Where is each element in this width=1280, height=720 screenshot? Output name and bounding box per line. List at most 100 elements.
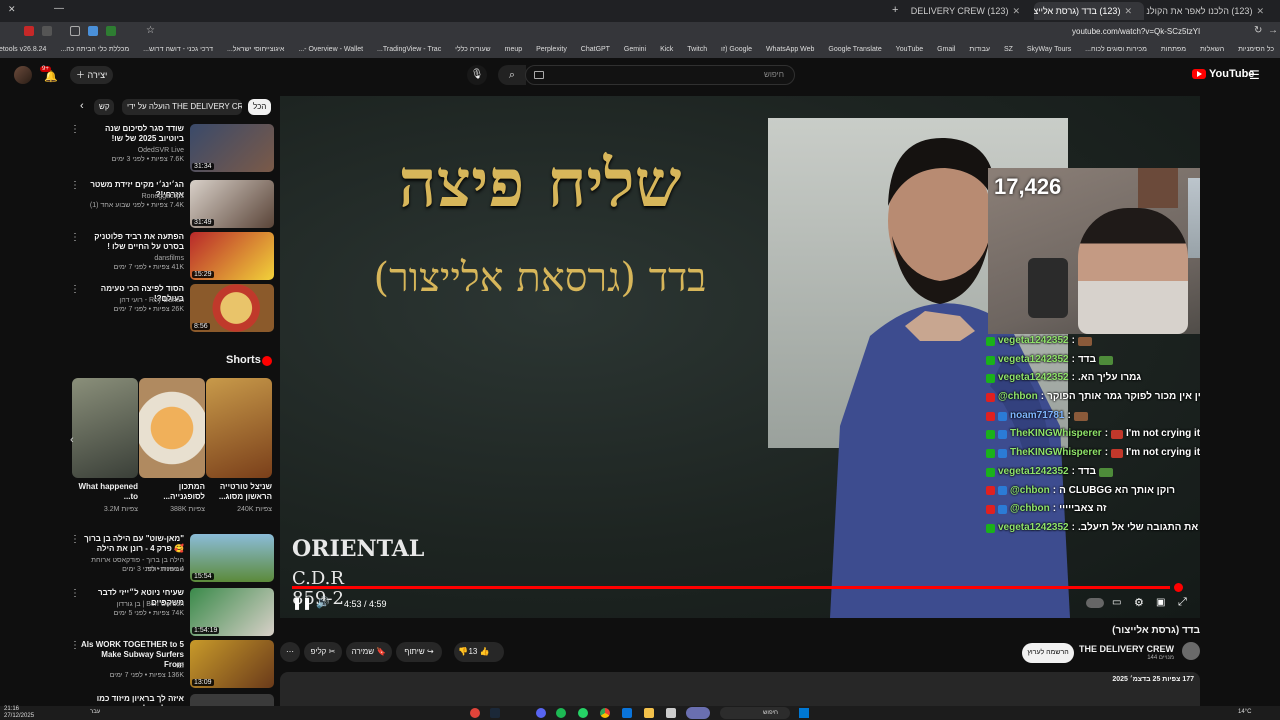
autoplay-toggle[interactable] <box>1086 598 1104 608</box>
extension-icon[interactable] <box>70 26 80 36</box>
video-title[interactable]: שודד סגר לסיכום שנה ביוטיוב 2025 של שו! <box>80 124 184 144</box>
store-icon[interactable] <box>622 708 632 718</box>
bookmark-item[interactable]: Google (זו <box>721 42 752 58</box>
extension-icon[interactable] <box>88 26 98 36</box>
bookmark-item[interactable]: meup <box>505 42 523 58</box>
short-title[interactable]: What happened to... <box>72 482 138 502</box>
short-title[interactable]: שניצל טורטייה הראשון מסוג... <box>206 482 272 502</box>
folder-icon[interactable] <box>644 708 654 718</box>
bookmark-item[interactable]: YouTube <box>896 42 924 58</box>
bookmark-item[interactable]: WhatsApp Web <box>766 42 815 58</box>
bookmark-item[interactable]: עבודות <box>969 42 990 58</box>
progress-scrubber[interactable] <box>1174 583 1183 592</box>
more-options-icon[interactable]: ⋮ <box>70 534 80 545</box>
list-item[interactable]: 13:09 5 AIs WORK TOGETHER to Make Subway… <box>68 640 274 688</box>
channel-name[interactable]: Roneggaclips <box>80 192 184 201</box>
taskbar-search[interactable]: חיפוש <box>720 707 790 719</box>
settings-icon[interactable]: ⚙ <box>1134 596 1144 609</box>
bookmark-item[interactable]: Paletools v26.8.24 <box>0 42 46 58</box>
taskview-icon[interactable] <box>666 708 676 718</box>
clock[interactable]: 21:16 27/12/2025 <box>4 706 34 720</box>
list-item[interactable]: 15:54 "מאן-שוט" עם הילה בן ברוך 🥰 פרק 4 … <box>68 534 274 582</box>
reload-icon[interactable]: ↻ <box>1254 25 1262 36</box>
clip-button[interactable]: קליפ ✂ <box>304 642 342 662</box>
url-field[interactable]: youtube.com/watch?v=Qk-SCz5tzYI <box>1072 27 1200 36</box>
chevron-left-icon[interactable]: ‹ <box>80 100 84 112</box>
progress-bar[interactable] <box>292 586 1171 589</box>
thumbnail[interactable]: 8:56 <box>190 284 274 332</box>
chip-more[interactable]: קש <box>94 99 114 115</box>
miniplayer-icon[interactable]: ▣ <box>1156 597 1165 608</box>
thumbnail[interactable]: 31:34 <box>190 124 274 172</box>
bookmark-item[interactable]: שעוריה כללי <box>455 42 491 58</box>
windows-start-icon[interactable] <box>799 708 809 718</box>
extension-icon[interactable] <box>24 26 34 36</box>
channel-avatar[interactable] <box>1182 642 1200 660</box>
thumbnail[interactable]: 13:09 <box>190 640 274 688</box>
bookmark-item[interactable]: SkyWay Tours <box>1027 42 1071 58</box>
more-actions-button[interactable]: ⋯ <box>280 642 300 662</box>
chevron-left-icon[interactable]: ‹ <box>70 434 74 446</box>
thumbnail[interactable]: 15:54 <box>190 534 274 582</box>
bookmark-item[interactable]: Google Translate <box>828 42 881 58</box>
browser-tab[interactable]: ✕ (123) THE DELIVERY CREW <box>908 2 1032 20</box>
close-icon[interactable]: ✕ <box>1012 6 1020 17</box>
more-options-icon[interactable]: ⋮ <box>70 284 80 295</box>
voice-search-button[interactable]: 🎙 <box>467 65 487 85</box>
list-item[interactable]: 31:34 שודד סגר לסיכום שנה ביוטיוב 2025 ש… <box>68 124 274 172</box>
channel-name[interactable]: dansfilms <box>80 254 184 263</box>
save-button[interactable]: שמירה 🔖 <box>346 642 392 662</box>
subscribe-button[interactable]: הרשמה לערוץ <box>1022 643 1074 663</box>
channel-name[interactable]: Ben Gordon | בן גורדון <box>80 600 184 609</box>
extension-icon[interactable] <box>106 26 116 36</box>
spotify-icon[interactable] <box>556 708 566 718</box>
discord-icon[interactable] <box>536 708 546 718</box>
language-indicator[interactable]: עבר <box>90 709 100 715</box>
bookmark-item[interactable]: Overview - Wallet -... <box>298 42 363 58</box>
thumbnail[interactable]: 31:49 <box>190 180 274 228</box>
channel-name[interactable]: OdedSVR Live <box>80 146 184 155</box>
close-icon[interactable]: ✕ <box>1124 6 1132 17</box>
bookmark-item[interactable]: Kick <box>660 42 673 58</box>
more-options-icon[interactable]: ⋮ <box>70 124 80 135</box>
bookmark-item[interactable]: מכירות וסוגים לכוח... <box>1085 42 1147 58</box>
new-tab-icon[interactable]: + <box>892 4 898 16</box>
whatsapp-icon[interactable] <box>578 708 588 718</box>
steam-icon[interactable] <box>490 708 500 718</box>
play-icon[interactable]: ❚❚ <box>292 596 312 610</box>
bookmark-item[interactable]: Gemini <box>624 42 646 58</box>
search-button[interactable]: ⌕ <box>498 65 526 85</box>
short-thumbnail[interactable] <box>72 378 138 478</box>
channel-name[interactable]: tef <box>80 662 184 671</box>
volume-icon[interactable]: 🔊 <box>316 596 330 609</box>
bookmark-item[interactable]: איגוצייחוסי ישראל... <box>227 42 284 58</box>
bookmark-star-icon[interactable]: ☆ <box>146 25 155 36</box>
more-options-icon[interactable]: ⋮ <box>70 588 80 599</box>
avatar[interactable] <box>14 66 32 84</box>
share-button[interactable]: שיתוף ↪ <box>396 642 442 662</box>
short-thumbnail[interactable] <box>139 378 205 478</box>
chrome-icon[interactable] <box>600 708 610 718</box>
chip-all[interactable]: הכל <box>248 99 272 115</box>
thumbnail[interactable]: 15:29 <box>190 232 274 280</box>
list-item[interactable]: 8:56 הסוד לפיצה הכי טעימה בעולם?! Roy Da… <box>68 284 274 332</box>
menu-icon[interactable]: ☰ <box>1249 68 1260 82</box>
forward-icon[interactable]: → <box>1268 25 1278 36</box>
short-title[interactable]: המתכון לסופגנייה... <box>139 482 205 502</box>
close-icon[interactable]: ✕ <box>1256 6 1264 17</box>
bookmark-item[interactable]: Twitch <box>687 42 707 58</box>
channel-name[interactable]: Roy Dahan - רועי דהן <box>80 296 184 305</box>
bookmark-item[interactable]: Perplexity <box>536 42 567 58</box>
bookmark-item[interactable]: ChatGPT <box>581 42 610 58</box>
bookmark-item[interactable]: דרכי גכני - דושה דרוש... <box>143 42 213 58</box>
bookmark-item[interactable]: Gmail <box>937 42 955 58</box>
video-title[interactable]: הפתעה את רביד פלוטניק בסרט על החיים שלו … <box>80 232 184 252</box>
dislike-button[interactable]: 👎 <box>450 642 476 662</box>
chip-uploader[interactable]: הועלה על ידי THE DELIVERY CREW <box>122 99 242 115</box>
fullscreen-icon[interactable]: ⤢ <box>1178 596 1187 609</box>
bookmark-item[interactable]: מכללת כלי הביתה כה... <box>60 42 129 58</box>
thumbnail[interactable]: 1:54:19 <box>190 588 274 636</box>
weather-temp[interactable]: 14°C <box>1238 709 1251 715</box>
browser-tab-active[interactable]: ✕ (123) בדד (גרסת אלייצור) <box>1034 2 1144 20</box>
subtitles-icon[interactable]: ▭ <box>1112 597 1121 608</box>
